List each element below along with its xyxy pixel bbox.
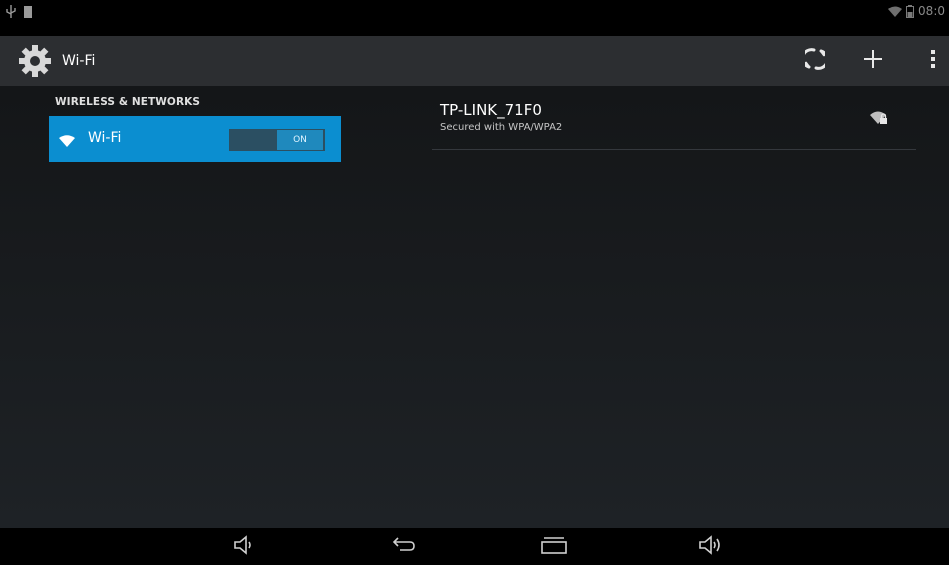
- settings-gear-icon[interactable]: [18, 44, 52, 78]
- wps-icon: [801, 48, 829, 74]
- volume-down-icon: [233, 535, 255, 559]
- status-bar: 08:0: [0, 0, 949, 24]
- locked-wifi-signal-icon: [870, 110, 888, 129]
- status-time: 08:0: [918, 4, 945, 18]
- overflow-menu-icon: [930, 49, 936, 73]
- recents-icon: [540, 536, 568, 558]
- wifi-icon: [59, 132, 75, 151]
- usb-icon: [6, 5, 16, 18]
- back-button[interactable]: [388, 534, 418, 560]
- battery-icon: [906, 4, 915, 18]
- page-title: Wi-Fi: [62, 53, 96, 69]
- wifi-toggle[interactable]: ON: [229, 129, 325, 151]
- recents-button[interactable]: [539, 534, 569, 560]
- volume-up-button[interactable]: [696, 534, 726, 560]
- back-icon: [390, 536, 416, 558]
- content-area: WIRELESS & NETWORKS Wi-Fi ON TP-LINK_71F…: [0, 86, 949, 528]
- wps-button[interactable]: [799, 45, 831, 77]
- add-network-icon: [863, 49, 883, 73]
- status-right-icons: 08:0: [888, 4, 945, 18]
- wifi-signal-icon: [888, 6, 903, 17]
- action-bar: Wi-Fi: [0, 36, 949, 86]
- sidebar-item-wifi[interactable]: Wi-Fi ON: [49, 116, 341, 162]
- notification-icon: [24, 5, 32, 18]
- volume-down-button[interactable]: [229, 534, 259, 560]
- section-header: WIRELESS & NETWORKS: [55, 96, 201, 108]
- volume-up-icon: [698, 535, 724, 559]
- status-left-icons: [6, 5, 32, 18]
- add-network-button[interactable]: [857, 45, 889, 77]
- overflow-menu-button[interactable]: [917, 45, 949, 77]
- network-summary: Secured with WPA/WPA2: [440, 122, 563, 133]
- network-ssid: TP-LINK_71F0: [440, 101, 542, 119]
- toggle-thumb: ON: [277, 130, 323, 150]
- network-list-item[interactable]: TP-LINK_71F0 Secured with WPA/WPA2: [432, 98, 916, 150]
- navigation-bar: [0, 528, 949, 565]
- sidebar-item-label: Wi-Fi: [88, 130, 122, 146]
